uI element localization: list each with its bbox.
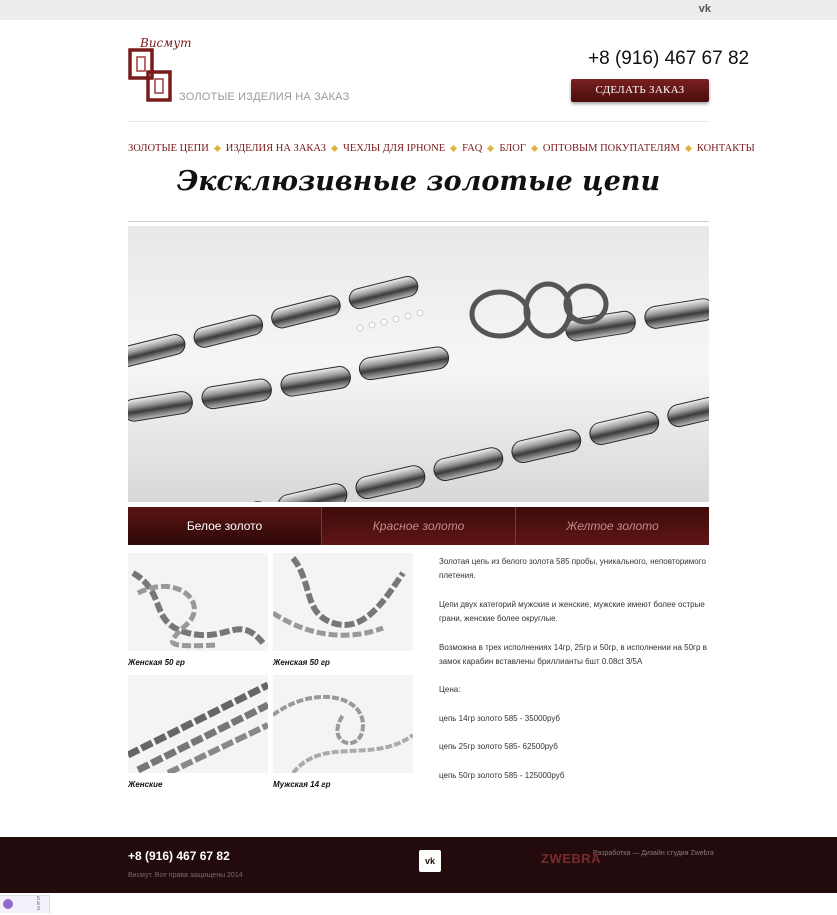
vk-icon[interactable]: vk: [419, 850, 441, 872]
product-caption: Женские: [128, 780, 163, 789]
description-paragraph: Возможна в трех исполнениях 14гр, 25гр и…: [439, 642, 707, 667]
product-thumbnail[interactable]: [128, 675, 268, 773]
header-divider: [128, 121, 709, 122]
nav-separator-icon: [213, 144, 221, 152]
vk-icon[interactable]: vk: [699, 3, 711, 15]
nav-item-wholesale[interactable]: ОПТОВЫМ ПОКУПАТЕЛЯМ: [543, 143, 680, 154]
header-phone[interactable]: +8 (916) 467 67 82: [588, 48, 749, 70]
nav-separator-icon: [530, 144, 538, 152]
price-line: цепь 25гр золото 585- 62500руб: [439, 742, 558, 752]
main-nav: ЗОЛОТЫЕ ЦЕПИ ИЗДЕЛИЯ НА ЗАКАЗ ЧЕХЛЫ ДЛЯ IP…: [128, 143, 755, 154]
nav-item-gold-chains[interactable]: ЗОЛОТЫЕ ЦЕПИ: [128, 143, 209, 154]
order-button[interactable]: СДЕЛАТЬ ЗАКАЗ: [571, 79, 709, 102]
price-label: Цена:: [439, 685, 461, 695]
logo-mark-icon: [128, 48, 172, 102]
footer: +8 (916) 467 67 82 Висмут. Все права защ…: [0, 837, 837, 893]
metal-tabs: Белое золото Красное золото Желтое золот…: [128, 507, 709, 545]
tab-red-gold[interactable]: Красное золото: [322, 507, 516, 545]
price-line: цепь 50гр золото 585 - 125000руб: [439, 770, 565, 780]
page-title: Эксклюзивные золотые цепи: [176, 166, 661, 197]
footer-copyright: Висмут. Все права защищены 2014: [128, 872, 243, 879]
product-thumbnail[interactable]: [273, 553, 413, 651]
developer-credit[interactable]: Разработка — Дизайн студия Zwebra: [593, 850, 714, 857]
product-thumbnail[interactable]: [128, 553, 268, 651]
product-thumbnail[interactable]: [273, 675, 413, 773]
widget-icon: [3, 899, 13, 909]
nav-item-faq[interactable]: FAQ: [462, 143, 482, 154]
tab-white-gold[interactable]: Белое золото: [128, 507, 322, 545]
tagline: ЗОЛОТЫЕ ИЗДЕЛИЯ НА ЗАКАЗ: [179, 91, 350, 103]
widget-corner[interactable]: 563: [0, 895, 50, 913]
nav-separator-icon: [450, 144, 458, 152]
product-description: Золотая цепь из белого золота 585 пробы,…: [439, 555, 709, 783]
footer-phone[interactable]: +8 (916) 467 67 82: [128, 849, 230, 863]
top-bar: vk: [0, 0, 837, 20]
product-caption: Мужская 14 гр: [273, 780, 331, 789]
nav-item-contacts[interactable]: КОНТАКТЫ: [697, 143, 755, 154]
product-caption: Женская 50 гр: [273, 658, 330, 667]
title-divider: [128, 221, 709, 222]
nav-item-blog[interactable]: БЛОГ: [499, 143, 526, 154]
price-line: цепь 14гр золото 585 - 35000руб: [439, 713, 561, 723]
nav-item-custom-items[interactable]: ИЗДЕЛИЯ НА ЗАКАЗ: [226, 143, 326, 154]
nav-separator-icon: [684, 144, 692, 152]
product-caption: Женская 50 гр: [128, 658, 185, 667]
hero-image: [128, 226, 709, 502]
description-paragraph: Золотая цепь из белого золота 585 пробы,…: [439, 557, 706, 581]
nav-item-iphone-cases[interactable]: ЧЕХЛЫ ДЛЯ IPHONE: [343, 143, 445, 154]
nav-separator-icon: [487, 144, 495, 152]
description-paragraph: Цепи двух категорий мужские и женские, м…: [439, 599, 705, 624]
nav-separator-icon: [330, 144, 339, 152]
tab-yellow-gold[interactable]: Желтое золото: [516, 507, 709, 545]
widget-counter-icon: 563: [37, 896, 40, 912]
